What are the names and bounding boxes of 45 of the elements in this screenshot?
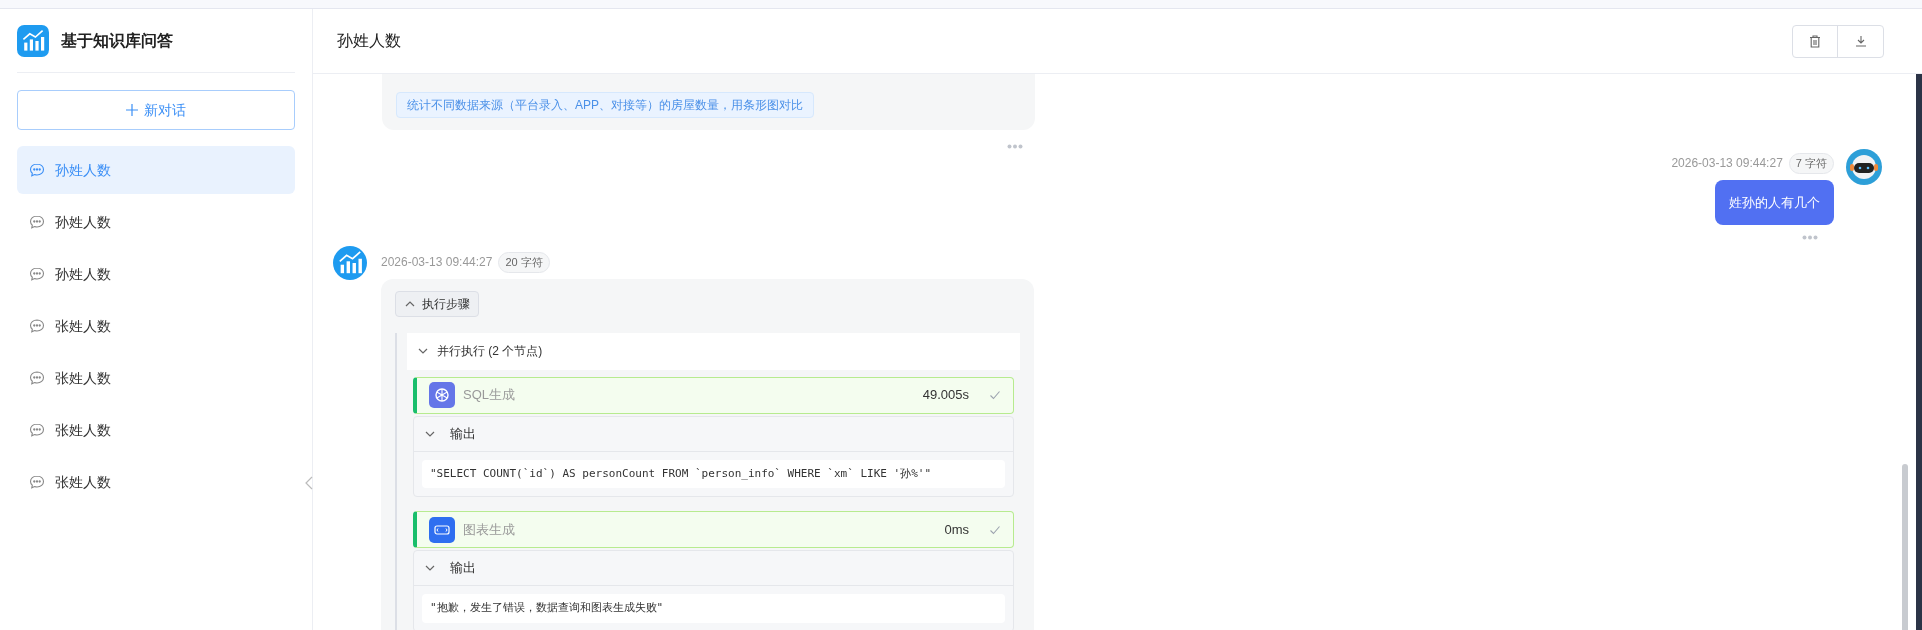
chat-bubble-icon: [29, 318, 45, 334]
message-time: 2026-03-13 09:44:27: [381, 254, 493, 272]
chat-bubble-icon: [29, 162, 45, 178]
conversation-item[interactable]: 张姓人数: [17, 302, 295, 350]
chat-bubble-icon: [29, 214, 45, 230]
output-code: "抱歉，发生了错误，数据查询和图表生成失败": [422, 594, 1005, 623]
chat-bubble-icon: [29, 422, 45, 438]
step-name: SQL生成: [463, 386, 515, 405]
app-title: 基于知识库问答: [61, 30, 173, 51]
more-icon[interactable]: [1802, 235, 1818, 240]
step-row[interactable]: SQL生成 49.005s: [413, 376, 1014, 414]
conversation-item[interactable]: 孙姓人数: [17, 250, 295, 298]
robot-avatar-icon: [1846, 149, 1882, 185]
scrollbar[interactable]: [1902, 464, 1908, 630]
more-icon[interactable]: [1007, 144, 1023, 149]
check-icon: [989, 523, 1001, 536]
parallel-group-header[interactable]: 并行执行 (2 个节点): [407, 332, 1020, 370]
user-message-bubble: 姓孙的人有几个: [1715, 179, 1834, 225]
step-row[interactable]: 图表生成 0ms: [413, 511, 1014, 548]
conversation-item[interactable]: 张姓人数: [17, 354, 295, 402]
check-icon: [989, 389, 1001, 401]
code-icon: [429, 516, 455, 543]
step-duration: 49.005s: [922, 386, 969, 405]
steps-toggle-button[interactable]: 执行步骤: [395, 290, 479, 317]
conversation-item[interactable]: 孙姓人数: [17, 198, 295, 246]
char-count: 20 字符: [498, 252, 550, 273]
conversation-item[interactable]: 张姓人数: [17, 458, 295, 506]
step-name: 图表生成: [463, 520, 515, 539]
plus-icon: [126, 104, 138, 116]
collapse-icon[interactable]: [305, 476, 313, 490]
output-toggle[interactable]: 输出: [414, 416, 1013, 451]
bot-avatar-icon: [333, 246, 367, 280]
conversation-item[interactable]: 张姓人数: [17, 406, 295, 454]
trash-icon: [1809, 34, 1821, 48]
download-icon: [1854, 35, 1867, 47]
output-toggle[interactable]: 输出: [414, 551, 1013, 585]
message-time: 2026-03-13 09:44:27: [1671, 155, 1783, 173]
output-code: "SELECT COUNT(`id`) AS personCount FROM `person_info` WHERE `xm` LIKE '孙%'": [422, 459, 1005, 488]
chat-title: 孙姓人数: [337, 31, 401, 51]
step-duration: 0ms: [944, 520, 969, 539]
chat-bubble-icon: [29, 370, 45, 386]
chat-bubble-icon: [29, 474, 45, 490]
app-logo-icon: [17, 24, 49, 57]
chat-bubble-icon: [29, 266, 45, 282]
char-count: 7 字符: [1788, 153, 1834, 174]
